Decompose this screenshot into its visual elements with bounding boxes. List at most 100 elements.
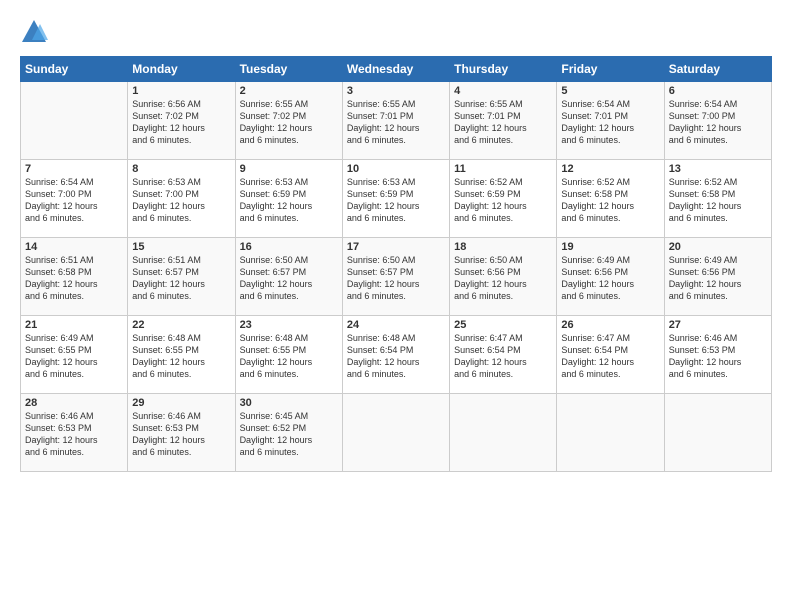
cell-info: Sunrise: 6:49 AM Sunset: 6:56 PM Dayligh… — [669, 254, 767, 303]
day-number: 25 — [454, 319, 552, 331]
calendar-cell: 30Sunrise: 6:45 AM Sunset: 6:52 PM Dayli… — [235, 394, 342, 472]
cell-info: Sunrise: 6:55 AM Sunset: 7:01 PM Dayligh… — [347, 98, 445, 147]
calendar-cell: 20Sunrise: 6:49 AM Sunset: 6:56 PM Dayli… — [664, 238, 771, 316]
cell-info: Sunrise: 6:49 AM Sunset: 6:56 PM Dayligh… — [561, 254, 659, 303]
calendar-cell — [342, 394, 449, 472]
cell-info: Sunrise: 6:54 AM Sunset: 7:00 PM Dayligh… — [25, 176, 123, 225]
cell-info: Sunrise: 6:55 AM Sunset: 7:01 PM Dayligh… — [454, 98, 552, 147]
calendar-cell: 11Sunrise: 6:52 AM Sunset: 6:59 PM Dayli… — [450, 160, 557, 238]
cell-info: Sunrise: 6:50 AM Sunset: 6:56 PM Dayligh… — [454, 254, 552, 303]
calendar-cell: 24Sunrise: 6:48 AM Sunset: 6:54 PM Dayli… — [342, 316, 449, 394]
cell-info: Sunrise: 6:50 AM Sunset: 6:57 PM Dayligh… — [240, 254, 338, 303]
cell-info: Sunrise: 6:53 AM Sunset: 6:59 PM Dayligh… — [240, 176, 338, 225]
header-cell-tuesday: Tuesday — [235, 57, 342, 82]
calendar-cell: 6Sunrise: 6:54 AM Sunset: 7:00 PM Daylig… — [664, 82, 771, 160]
day-number: 13 — [669, 163, 767, 175]
day-number: 18 — [454, 241, 552, 253]
cell-info: Sunrise: 6:53 AM Sunset: 7:00 PM Dayligh… — [132, 176, 230, 225]
cell-info: Sunrise: 6:52 AM Sunset: 6:58 PM Dayligh… — [669, 176, 767, 225]
cell-info: Sunrise: 6:46 AM Sunset: 6:53 PM Dayligh… — [669, 332, 767, 381]
calendar-row-4: 28Sunrise: 6:46 AM Sunset: 6:53 PM Dayli… — [21, 394, 772, 472]
day-number: 7 — [25, 163, 123, 175]
header-cell-friday: Friday — [557, 57, 664, 82]
day-number: 21 — [25, 319, 123, 331]
calendar-cell: 22Sunrise: 6:48 AM Sunset: 6:55 PM Dayli… — [128, 316, 235, 394]
day-number: 23 — [240, 319, 338, 331]
header-cell-saturday: Saturday — [664, 57, 771, 82]
day-number: 4 — [454, 85, 552, 97]
cell-info: Sunrise: 6:48 AM Sunset: 6:54 PM Dayligh… — [347, 332, 445, 381]
cell-info: Sunrise: 6:48 AM Sunset: 6:55 PM Dayligh… — [240, 332, 338, 381]
cell-info: Sunrise: 6:53 AM Sunset: 6:59 PM Dayligh… — [347, 176, 445, 225]
day-number: 22 — [132, 319, 230, 331]
cell-info: Sunrise: 6:52 AM Sunset: 6:59 PM Dayligh… — [454, 176, 552, 225]
cell-info: Sunrise: 6:46 AM Sunset: 6:53 PM Dayligh… — [25, 410, 123, 459]
cell-info: Sunrise: 6:55 AM Sunset: 7:02 PM Dayligh… — [240, 98, 338, 147]
day-number: 2 — [240, 85, 338, 97]
header — [20, 18, 772, 46]
day-number: 30 — [240, 397, 338, 409]
calendar-cell: 17Sunrise: 6:50 AM Sunset: 6:57 PM Dayli… — [342, 238, 449, 316]
cell-info: Sunrise: 6:47 AM Sunset: 6:54 PM Dayligh… — [561, 332, 659, 381]
calendar-row-2: 14Sunrise: 6:51 AM Sunset: 6:58 PM Dayli… — [21, 238, 772, 316]
calendar-cell: 26Sunrise: 6:47 AM Sunset: 6:54 PM Dayli… — [557, 316, 664, 394]
day-number: 28 — [25, 397, 123, 409]
calendar-cell: 14Sunrise: 6:51 AM Sunset: 6:58 PM Dayli… — [21, 238, 128, 316]
calendar-cell: 23Sunrise: 6:48 AM Sunset: 6:55 PM Dayli… — [235, 316, 342, 394]
day-number: 8 — [132, 163, 230, 175]
header-cell-wednesday: Wednesday — [342, 57, 449, 82]
header-cell-thursday: Thursday — [450, 57, 557, 82]
cell-info: Sunrise: 6:51 AM Sunset: 6:57 PM Dayligh… — [132, 254, 230, 303]
day-number: 1 — [132, 85, 230, 97]
calendar-cell: 8Sunrise: 6:53 AM Sunset: 7:00 PM Daylig… — [128, 160, 235, 238]
day-number: 19 — [561, 241, 659, 253]
header-row: SundayMondayTuesdayWednesdayThursdayFrid… — [21, 57, 772, 82]
cell-info: Sunrise: 6:54 AM Sunset: 7:01 PM Dayligh… — [561, 98, 659, 147]
cell-info: Sunrise: 6:49 AM Sunset: 6:55 PM Dayligh… — [25, 332, 123, 381]
day-number: 5 — [561, 85, 659, 97]
calendar-cell: 21Sunrise: 6:49 AM Sunset: 6:55 PM Dayli… — [21, 316, 128, 394]
day-number: 26 — [561, 319, 659, 331]
day-number: 27 — [669, 319, 767, 331]
cell-info: Sunrise: 6:50 AM Sunset: 6:57 PM Dayligh… — [347, 254, 445, 303]
day-number: 16 — [240, 241, 338, 253]
cell-info: Sunrise: 6:46 AM Sunset: 6:53 PM Dayligh… — [132, 410, 230, 459]
calendar-row-0: 1Sunrise: 6:56 AM Sunset: 7:02 PM Daylig… — [21, 82, 772, 160]
calendar-cell: 4Sunrise: 6:55 AM Sunset: 7:01 PM Daylig… — [450, 82, 557, 160]
day-number: 24 — [347, 319, 445, 331]
cell-info: Sunrise: 6:45 AM Sunset: 6:52 PM Dayligh… — [240, 410, 338, 459]
calendar-cell: 19Sunrise: 6:49 AM Sunset: 6:56 PM Dayli… — [557, 238, 664, 316]
calendar-cell: 5Sunrise: 6:54 AM Sunset: 7:01 PM Daylig… — [557, 82, 664, 160]
calendar-table: SundayMondayTuesdayWednesdayThursdayFrid… — [20, 56, 772, 472]
day-number: 20 — [669, 241, 767, 253]
calendar-cell: 18Sunrise: 6:50 AM Sunset: 6:56 PM Dayli… — [450, 238, 557, 316]
cell-info: Sunrise: 6:47 AM Sunset: 6:54 PM Dayligh… — [454, 332, 552, 381]
day-number: 14 — [25, 241, 123, 253]
calendar-cell: 10Sunrise: 6:53 AM Sunset: 6:59 PM Dayli… — [342, 160, 449, 238]
day-number: 17 — [347, 241, 445, 253]
calendar-cell: 9Sunrise: 6:53 AM Sunset: 6:59 PM Daylig… — [235, 160, 342, 238]
cell-info: Sunrise: 6:51 AM Sunset: 6:58 PM Dayligh… — [25, 254, 123, 303]
day-number: 10 — [347, 163, 445, 175]
calendar-cell: 25Sunrise: 6:47 AM Sunset: 6:54 PM Dayli… — [450, 316, 557, 394]
cell-info: Sunrise: 6:48 AM Sunset: 6:55 PM Dayligh… — [132, 332, 230, 381]
calendar-cell: 2Sunrise: 6:55 AM Sunset: 7:02 PM Daylig… — [235, 82, 342, 160]
calendar-cell: 3Sunrise: 6:55 AM Sunset: 7:01 PM Daylig… — [342, 82, 449, 160]
calendar-cell: 28Sunrise: 6:46 AM Sunset: 6:53 PM Dayli… — [21, 394, 128, 472]
day-number: 11 — [454, 163, 552, 175]
calendar-cell: 16Sunrise: 6:50 AM Sunset: 6:57 PM Dayli… — [235, 238, 342, 316]
logo-icon — [20, 18, 48, 46]
header-cell-monday: Monday — [128, 57, 235, 82]
calendar-cell — [557, 394, 664, 472]
calendar-cell — [450, 394, 557, 472]
cell-info: Sunrise: 6:52 AM Sunset: 6:58 PM Dayligh… — [561, 176, 659, 225]
calendar-cell: 15Sunrise: 6:51 AM Sunset: 6:57 PM Dayli… — [128, 238, 235, 316]
cell-info: Sunrise: 6:56 AM Sunset: 7:02 PM Dayligh… — [132, 98, 230, 147]
logo — [20, 18, 52, 46]
header-cell-sunday: Sunday — [21, 57, 128, 82]
cell-info: Sunrise: 6:54 AM Sunset: 7:00 PM Dayligh… — [669, 98, 767, 147]
day-number: 15 — [132, 241, 230, 253]
page: SundayMondayTuesdayWednesdayThursdayFrid… — [0, 0, 792, 612]
day-number: 3 — [347, 85, 445, 97]
calendar-cell: 7Sunrise: 6:54 AM Sunset: 7:00 PM Daylig… — [21, 160, 128, 238]
